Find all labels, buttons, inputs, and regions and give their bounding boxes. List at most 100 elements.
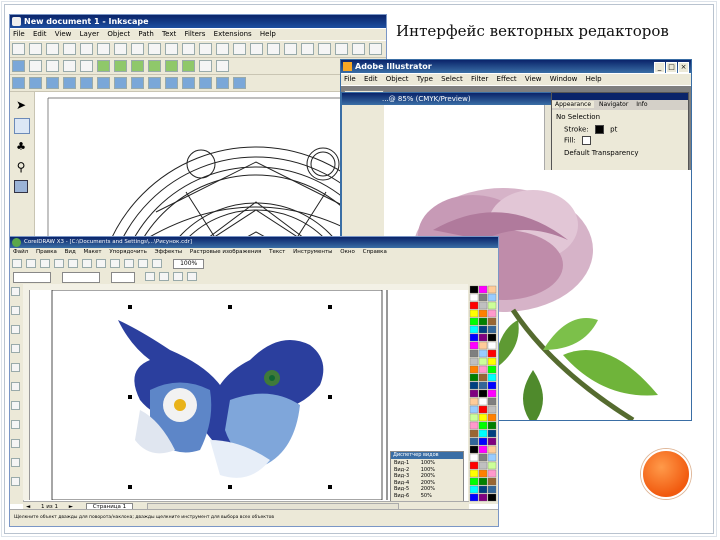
palette-swatch[interactable] [478,485,488,494]
palette-swatch[interactable] [469,485,479,494]
add-node-icon[interactable] [12,77,25,89]
inkscape-menu-layer[interactable]: Layer [80,30,100,38]
palette-swatch[interactable] [487,333,497,342]
corel-fill-tool-icon[interactable] [11,458,20,467]
snap-icon[interactable] [12,60,25,72]
corel-mirror-h-icon[interactable] [173,272,184,281]
palette-swatch[interactable] [478,365,488,374]
ungroup-icon[interactable] [301,43,314,55]
palette-swatch[interactable] [469,341,479,350]
corel-save-icon[interactable] [40,259,50,268]
palette-swatch[interactable] [478,317,488,326]
palette-swatch[interactable] [469,437,479,446]
palette-swatch[interactable] [478,405,488,414]
inkscape-menu-help[interactable]: Help [260,30,276,38]
delete-segment-icon[interactable] [97,77,110,89]
palette-swatch[interactable] [478,333,488,342]
palette-swatch[interactable] [478,493,488,502]
inkscape-menu-object[interactable]: Object [107,30,130,38]
palette-swatch[interactable] [487,397,497,406]
palette-swatch[interactable] [487,325,497,334]
palette-swatch[interactable] [487,389,497,398]
palette-swatch[interactable] [487,293,497,302]
palette-swatch[interactable] [478,437,488,446]
auto-node-icon[interactable] [165,77,178,89]
tab-info[interactable]: Info [633,101,650,108]
corel-color-palette[interactable] [468,284,498,504]
tweak-tool-icon[interactable]: ♣ [14,140,28,154]
palette-swatch[interactable] [469,293,479,302]
rect-tool-icon[interactable] [14,180,28,193]
stroke-to-path-icon[interactable] [233,77,246,89]
palette-swatch[interactable] [469,397,479,406]
undo-icon[interactable] [114,43,127,55]
redo-icon[interactable] [131,43,144,55]
corel-menu-file[interactable]: Файл [13,249,28,255]
palette-swatch[interactable] [469,453,479,462]
group-icon[interactable] [284,43,297,55]
snap-nodes-icon[interactable] [46,60,59,72]
smooth-node-icon[interactable] [131,77,144,89]
palette-swatch[interactable] [469,477,479,486]
cusp-node-icon[interactable] [114,77,127,89]
snap-bbox-icon[interactable] [29,60,42,72]
palette-swatch[interactable] [487,373,497,382]
corel-menu-edit[interactable]: Правка [36,249,57,255]
copy-icon[interactable] [148,43,161,55]
palette-swatch[interactable] [478,373,488,382]
palette-swatches[interactable] [468,284,498,504]
ai-menu-effect[interactable]: Effect [497,75,517,83]
close-button[interactable]: × [678,62,689,73]
ai-menu-object[interactable]: Object [386,75,409,83]
inkscape-menu-extensions[interactable]: Extensions [214,30,252,38]
node-tool-icon[interactable] [14,118,30,134]
snap-page-icon[interactable] [216,60,229,72]
palette-swatch[interactable] [469,317,479,326]
palette-swatch[interactable] [487,357,497,366]
selector-tool-icon[interactable]: ➤ [14,98,28,112]
snap-path-icon[interactable] [97,60,110,72]
palette-swatch[interactable] [478,325,488,334]
palette-swatch[interactable] [478,381,488,390]
new-doc-icon[interactable] [12,43,25,55]
palette-swatch[interactable] [469,285,479,294]
ai-menu-help[interactable]: Help [586,75,602,83]
print-icon[interactable] [63,43,76,55]
palette-swatch[interactable] [487,453,497,462]
snap-center-icon[interactable] [182,60,195,72]
ai-menu-view[interactable]: View [525,75,542,83]
paste-icon[interactable] [182,43,195,55]
palette-swatch[interactable] [478,453,488,462]
palette-swatch[interactable] [469,333,479,342]
palette-swatch[interactable] [487,365,497,374]
corel-mirror-v-icon[interactable] [187,272,198,281]
corel-scale-field[interactable] [111,272,136,283]
ai-menu-select[interactable]: Select [441,75,463,83]
duplicate-icon[interactable] [250,43,263,55]
palette-swatch[interactable] [487,349,497,358]
inkscape-menu-filters[interactable]: Filters [184,30,205,38]
palette-swatch[interactable] [469,405,479,414]
corel-paste-icon[interactable] [96,259,106,268]
docker-row[interactable]: Вид-6 50% [394,493,460,500]
palette-swatch[interactable] [469,357,479,366]
corel-import-icon[interactable] [138,259,148,268]
ai-menu-window[interactable]: Window [550,75,578,83]
palette-swatch[interactable] [478,413,488,422]
ai-menu-type[interactable]: Type [417,75,433,83]
ai-stroke-row[interactable]: Stroke: pt [552,124,688,135]
corel-menu-help[interactable]: Справка [363,249,387,255]
palette-swatch[interactable] [487,413,497,422]
inkscape-menu-edit[interactable]: Edit [33,30,47,38]
inkscape-menu-path[interactable]: Path [138,30,153,38]
symmetric-node-icon[interactable] [148,77,161,89]
maximize-button[interactable]: □ [666,62,677,73]
palette-swatch[interactable] [469,461,479,470]
palette-swatch[interactable] [487,445,497,454]
palette-swatch[interactable] [487,317,497,326]
zoom-out-icon[interactable] [216,43,229,55]
corel-menu-bitmaps[interactable]: Растровые изображения [190,249,261,255]
save-icon[interactable] [46,43,59,55]
corel-width-field[interactable] [62,272,101,283]
fill-swatch[interactable] [581,136,591,145]
